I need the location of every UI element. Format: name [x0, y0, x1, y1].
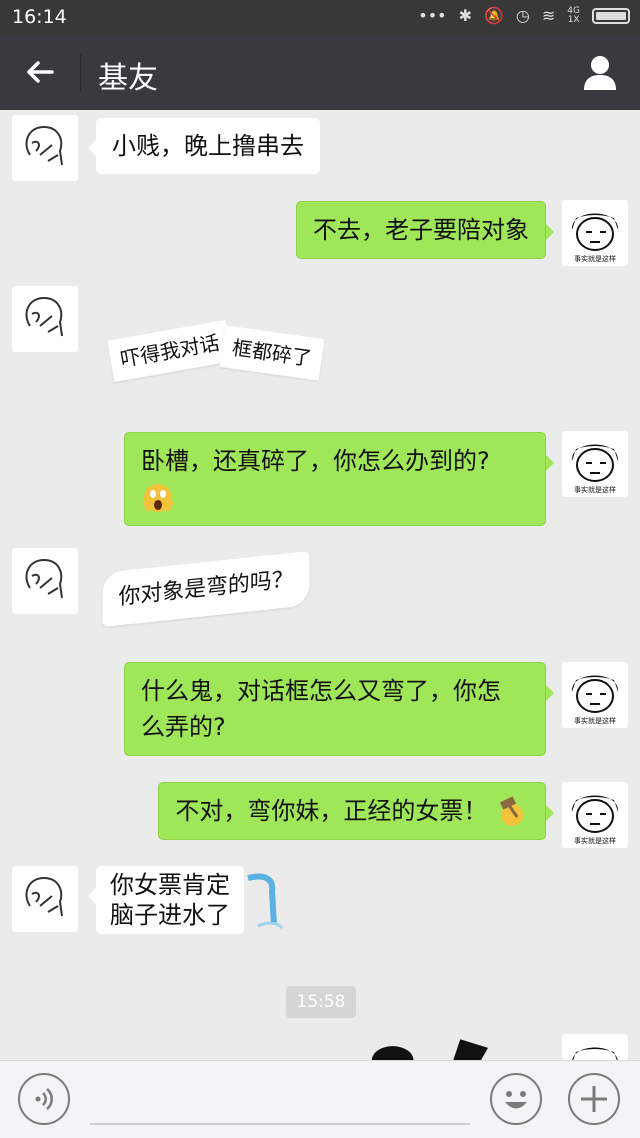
bluetooth-icon: ✱	[458, 6, 472, 25]
broken-bubble-right[interactable]: 框都碎了	[219, 325, 325, 381]
header-divider	[80, 54, 81, 92]
avatar-caption: 事实就是这样	[574, 255, 616, 263]
my-avatar[interactable]: 事实就是这样	[562, 431, 628, 497]
waterfall-emoji-icon	[247, 873, 284, 930]
avatar-caption: 事实就是这样	[574, 486, 616, 494]
sketch-face-icon	[25, 125, 63, 166]
message-bubble[interactable]: 小贱，晚上撸串去	[88, 118, 320, 174]
network-type: 4G 1X	[567, 5, 580, 25]
voice-button[interactable]	[18, 1073, 70, 1125]
avatar-caption: 事实就是这样	[574, 837, 616, 845]
friend-avatar[interactable]	[12, 548, 78, 614]
profile-icon[interactable]	[580, 52, 620, 92]
my-avatar[interactable]: 事实就是这样	[562, 782, 628, 848]
message-bubble[interactable]: 卧槽，还真碎了，你怎么办到的?	[124, 432, 554, 526]
meme-face-icon	[571, 675, 619, 713]
meme-face-icon	[572, 1047, 618, 1060]
chat-title: 基友	[98, 61, 158, 96]
scream-emoji-icon	[142, 484, 174, 512]
alarm-icon: ◷	[515, 6, 530, 25]
status-bar: 16:14 ••• ✱ 🔕 ◷ ≋ 4G 1X	[0, 0, 640, 36]
meme-face-icon	[571, 444, 619, 482]
friend-avatar[interactable]	[12, 866, 78, 932]
message-bubble[interactable]: 什么鬼，对话框怎么又弯了，你怎 么弄的?	[124, 662, 554, 756]
message-text: 不对，弯你妹，正经的女票！	[175, 797, 488, 825]
chat-area: 小贱，晚上撸串去 不去，老子要陪对象 事实就是这样 吓得我对话 框都碎了 卧槽，…	[0, 110, 640, 1060]
message-input[interactable]	[90, 1123, 470, 1125]
sketch-face-icon	[25, 876, 63, 917]
friend-avatar[interactable]	[12, 286, 78, 352]
more-dots-icon: •••	[418, 6, 447, 25]
input-bar	[0, 1060, 640, 1138]
message-line-2: 么弄的?	[141, 713, 226, 741]
voice-icon	[35, 1088, 53, 1110]
plus-icon	[581, 1086, 607, 1112]
message-bubble[interactable]: 不对，弯你妹，正经的女票！	[158, 782, 554, 840]
mute-icon: 🔕	[484, 6, 504, 25]
status-icons: ••• ✱ 🔕 ◷ ≋ 4G 1X	[418, 6, 630, 25]
my-avatar[interactable]	[562, 1034, 628, 1060]
message-bubble[interactable]: 不去，老子要陪对象	[296, 201, 554, 259]
my-avatar[interactable]: 事实就是这样	[562, 662, 628, 728]
chat-header: 基友	[0, 36, 640, 110]
wifi-icon: ≋	[541, 6, 556, 25]
back-arrow-icon[interactable]	[22, 54, 58, 90]
message-line-2: 脑子进水了	[110, 901, 230, 929]
avatar-caption: 事实就是这样	[574, 717, 616, 725]
battery-icon	[592, 7, 630, 24]
partial-image-icon	[371, 1039, 488, 1060]
message-line-1: 什么鬼，对话框怎么又弯了，你怎	[141, 677, 501, 705]
sketch-face-icon	[25, 296, 63, 337]
meme-face-icon	[571, 795, 619, 833]
emoji-icon	[505, 1091, 527, 1109]
hammer-emoji-icon	[499, 796, 523, 826]
message-bubble[interactable]: 你女票肯定 脑子进水了	[88, 866, 244, 934]
message-text: 卧槽，还真碎了，你怎么办到的?	[141, 447, 490, 475]
chat-timestamp: 15:58	[286, 986, 356, 1018]
message-line-1: 你女票肯定	[110, 871, 230, 899]
friend-avatar[interactable]	[12, 115, 78, 181]
sketch-face-icon	[25, 558, 63, 599]
broken-bubble-left[interactable]: 吓得我对话	[107, 319, 233, 383]
status-time: 16:14	[12, 6, 67, 28]
emoji-button[interactable]	[490, 1073, 542, 1125]
plus-button[interactable]	[568, 1073, 620, 1125]
meme-face-icon	[571, 213, 619, 251]
my-avatar[interactable]: 事实就是这样	[562, 200, 628, 266]
curved-bubble[interactable]: 你对象是弯的吗？	[102, 550, 310, 628]
